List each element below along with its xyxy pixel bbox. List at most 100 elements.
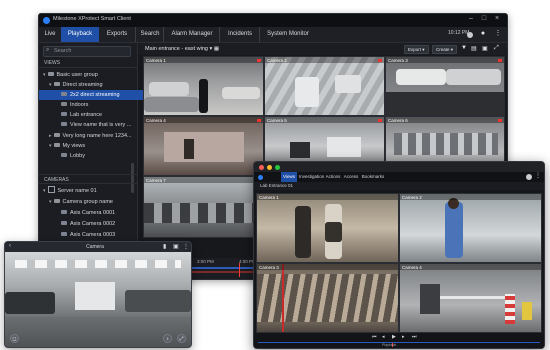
- audio-button[interactable]: ♪: [163, 334, 172, 343]
- view-settings-icon: ▦: [213, 46, 220, 52]
- tree-item[interactable]: Indoors: [39, 100, 159, 110]
- chevron-down-icon: ▾: [43, 72, 46, 78]
- minimize-icon[interactable]: [267, 165, 272, 170]
- tree-item[interactable]: ▾ Direct streaming: [39, 80, 147, 90]
- playhead[interactable]: [239, 263, 240, 277]
- maximize-icon[interactable]: □: [478, 15, 490, 22]
- chevron-down-icon: ▾: [49, 82, 52, 88]
- timeline-label: 3:00 PM: [197, 259, 214, 264]
- tree-item[interactable]: Axis Camera 0003: [39, 230, 159, 240]
- tree-item[interactable]: Lobby: [39, 151, 159, 161]
- tab-incidents[interactable]: Incidents: [219, 27, 260, 42]
- playback-controls: ⏮ ◂ ▶ ▸ ⏭ Playback: [254, 333, 544, 348]
- create-button[interactable]: Create ▾: [432, 45, 458, 54]
- close-icon[interactable]: ×: [491, 15, 503, 22]
- tree-item[interactable]: ▾ Basic user group: [39, 70, 141, 80]
- view-icon: [61, 102, 67, 106]
- tree-item[interactable]: ▸ Very long name here 1234...: [39, 131, 147, 141]
- camera-tile[interactable]: Camera 1: [256, 193, 399, 263]
- playback-nav: Views Investigation Actions Access Bookm…: [254, 172, 544, 182]
- camera-feed[interactable]: [5, 252, 191, 347]
- user-icon[interactable]: ●: [479, 30, 487, 38]
- tab-exports[interactable]: Exports: [99, 27, 135, 42]
- tree-item[interactable]: ▾ Camera group name: [39, 197, 147, 207]
- close-icon[interactable]: [259, 165, 264, 170]
- tree-item-selected[interactable]: 2x2 direct streaming: [39, 90, 159, 100]
- filter-icon[interactable]: ▼: [461, 45, 467, 51]
- sub-label: Lab Entrance 01: [260, 183, 294, 188]
- app-logo-icon: [43, 17, 50, 24]
- camera-tile[interactable]: Camera 3: [385, 56, 505, 116]
- camera-label: Camera 5: [267, 118, 287, 123]
- tree-item[interactable]: Axis Camera 0001: [39, 208, 159, 218]
- maximize-icon[interactable]: [275, 165, 280, 170]
- chevron-down-icon: ▾: [43, 188, 46, 194]
- tab-views[interactable]: Views: [281, 172, 297, 182]
- camera-label: Camera 4: [402, 265, 422, 270]
- tab-live[interactable]: Live: [39, 27, 61, 42]
- status-icon[interactable]: [467, 32, 473, 38]
- minimize-icon[interactable]: –: [465, 15, 477, 22]
- view-icon: [61, 122, 67, 126]
- title-bar: Milestone XProtect Smart Client – □ ×: [39, 14, 507, 27]
- timeline-track[interactable]: [258, 342, 540, 343]
- fullscreen-icon[interactable]: ⤢: [494, 45, 499, 52]
- camera-tile[interactable]: Camera 4: [399, 263, 542, 333]
- search-placeholder: Search: [54, 48, 72, 54]
- camera-tile[interactable]: Camera 3: [256, 263, 399, 333]
- camera-tile[interactable]: Camera 2: [264, 56, 385, 116]
- recording-indicator: [257, 119, 261, 122]
- mic-icon[interactable]: ▮: [163, 243, 166, 250]
- tree-item[interactable]: ▾ Server name 01: [39, 186, 141, 196]
- tab-actions[interactable]: Actions: [325, 172, 341, 182]
- camera-label: Camera 1: [259, 195, 279, 200]
- grid-icon[interactable]: ▤: [471, 45, 477, 52]
- cameras-section-header[interactable]: CAMERAS: [39, 174, 137, 184]
- chevron-down-icon: ▾: [49, 143, 52, 149]
- tab-investigation[interactable]: Investigation: [299, 172, 324, 182]
- camera-tile[interactable]: Camera 2: [399, 193, 542, 263]
- playback-window: Views Investigation Actions Access Bookm…: [253, 161, 545, 349]
- tab-bookmarks[interactable]: Bookmarks: [361, 172, 385, 182]
- export-button[interactable]: Export ▾: [404, 45, 429, 54]
- tab-alarm-manager[interactable]: Alarm Manager: [163, 27, 220, 42]
- back-icon[interactable]: ‹: [9, 243, 11, 249]
- search-icon: ⌕: [46, 47, 50, 53]
- tab-access[interactable]: Access: [343, 172, 359, 182]
- views-section-header[interactable]: VIEWS: [39, 58, 137, 68]
- step-back-icon[interactable]: ◂: [382, 334, 385, 340]
- view-toolbar: Main entrance - east wing ▾ ▦ Export ▾ C…: [139, 43, 507, 55]
- user-icon[interactable]: [526, 174, 532, 180]
- tree-item[interactable]: ▾ My views: [39, 141, 147, 151]
- view-name[interactable]: Main entrance - east wing ▾ ▦: [145, 46, 219, 52]
- camera-add-icon[interactable]: ▣: [482, 45, 488, 52]
- tab-search[interactable]: Search: [135, 27, 164, 42]
- step-forward-icon[interactable]: ▸: [402, 334, 405, 340]
- more-icon[interactable]: ⋮: [183, 243, 189, 250]
- previous-icon[interactable]: ⏮: [372, 334, 377, 340]
- camera-label: Camera 1: [146, 58, 166, 63]
- view-icon: [61, 153, 67, 157]
- app-logo-icon: [258, 175, 263, 180]
- search-input[interactable]: ⌕ Search: [43, 46, 131, 57]
- camera-label: Camera 4: [146, 118, 166, 123]
- more-icon[interactable]: ⋮: [494, 30, 502, 38]
- tree-item[interactable]: View name that is very ...: [39, 120, 159, 130]
- more-icon[interactable]: ⋮: [535, 172, 541, 179]
- tree-item[interactable]: Lab entrance: [39, 110, 159, 120]
- play-icon[interactable]: ▶: [392, 334, 396, 340]
- view-icon[interactable]: ▣: [173, 243, 179, 250]
- fullscreen-button[interactable]: ⤢: [177, 334, 186, 343]
- snapshot-button[interactable]: ◻: [10, 334, 19, 343]
- tree-item[interactable]: Axis Camera 0002: [39, 219, 159, 229]
- next-icon[interactable]: ⏭: [412, 334, 417, 340]
- camera-tile[interactable]: Camera 1: [143, 56, 264, 116]
- tab-system-monitor[interactable]: System Monitor: [259, 27, 316, 42]
- camera-icon: [61, 221, 67, 225]
- tab-playback[interactable]: Playback: [61, 27, 99, 42]
- camera-label: Camera 2: [402, 195, 422, 200]
- chevron-down-icon: ▾: [209, 46, 213, 52]
- camera-tile[interactable]: Camera 4: [143, 116, 264, 176]
- camera-tile[interactable]: Camera 7: [143, 176, 264, 238]
- folder-icon: [53, 133, 60, 137]
